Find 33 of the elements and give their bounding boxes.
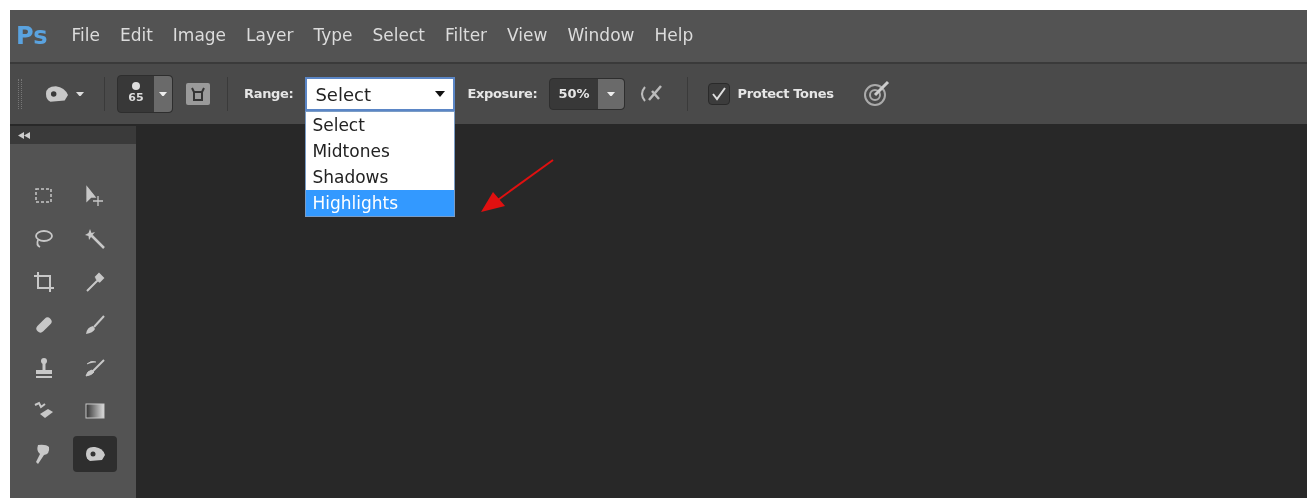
- menu-item[interactable]: Edit: [119, 23, 153, 49]
- dropdown-option[interactable]: Highlights: [306, 190, 455, 216]
- exposure-label: Exposure:: [467, 85, 538, 104]
- app-logo: Ps: [16, 21, 48, 52]
- protect-tones-checkbox[interactable]: [707, 83, 730, 105]
- menu-item[interactable]: Layer: [246, 23, 294, 49]
- magic-wand-icon: [83, 227, 107, 251]
- target-brush-icon[interactable]: [861, 80, 892, 108]
- collapse-icon[interactable]: [18, 131, 30, 139]
- caret-icon: [435, 91, 446, 97]
- history-brush-icon: [83, 356, 107, 380]
- caret-icon: [606, 91, 615, 97]
- caret-icon: [76, 91, 84, 97]
- menu-item[interactable]: Filter: [445, 23, 488, 49]
- brush-icon: [83, 313, 107, 337]
- brush-preset-picker[interactable]: 65: [117, 75, 173, 113]
- range-label: Range:: [244, 85, 294, 104]
- brush-panel-icon[interactable]: [185, 82, 211, 106]
- menu-item[interactable]: File: [71, 23, 100, 49]
- exposure-field[interactable]: 50%: [549, 78, 625, 110]
- menu-item[interactable]: View: [507, 23, 548, 49]
- checkmark-icon: [710, 86, 727, 102]
- range-select[interactable]: Select: [305, 77, 456, 111]
- crop-icon: [32, 270, 56, 294]
- menu-item[interactable]: Type: [313, 23, 353, 49]
- menu-item[interactable]: Help: [654, 23, 694, 49]
- lasso-icon: [32, 227, 56, 251]
- caret-icon: [159, 91, 167, 97]
- menu-item[interactable]: Image: [172, 23, 227, 49]
- menu-item[interactable]: Window: [567, 23, 635, 49]
- protect-tones-label: Protect Tones: [737, 85, 834, 104]
- menu-item[interactable]: Select: [372, 23, 425, 49]
- tool-button[interactable]: [73, 436, 117, 472]
